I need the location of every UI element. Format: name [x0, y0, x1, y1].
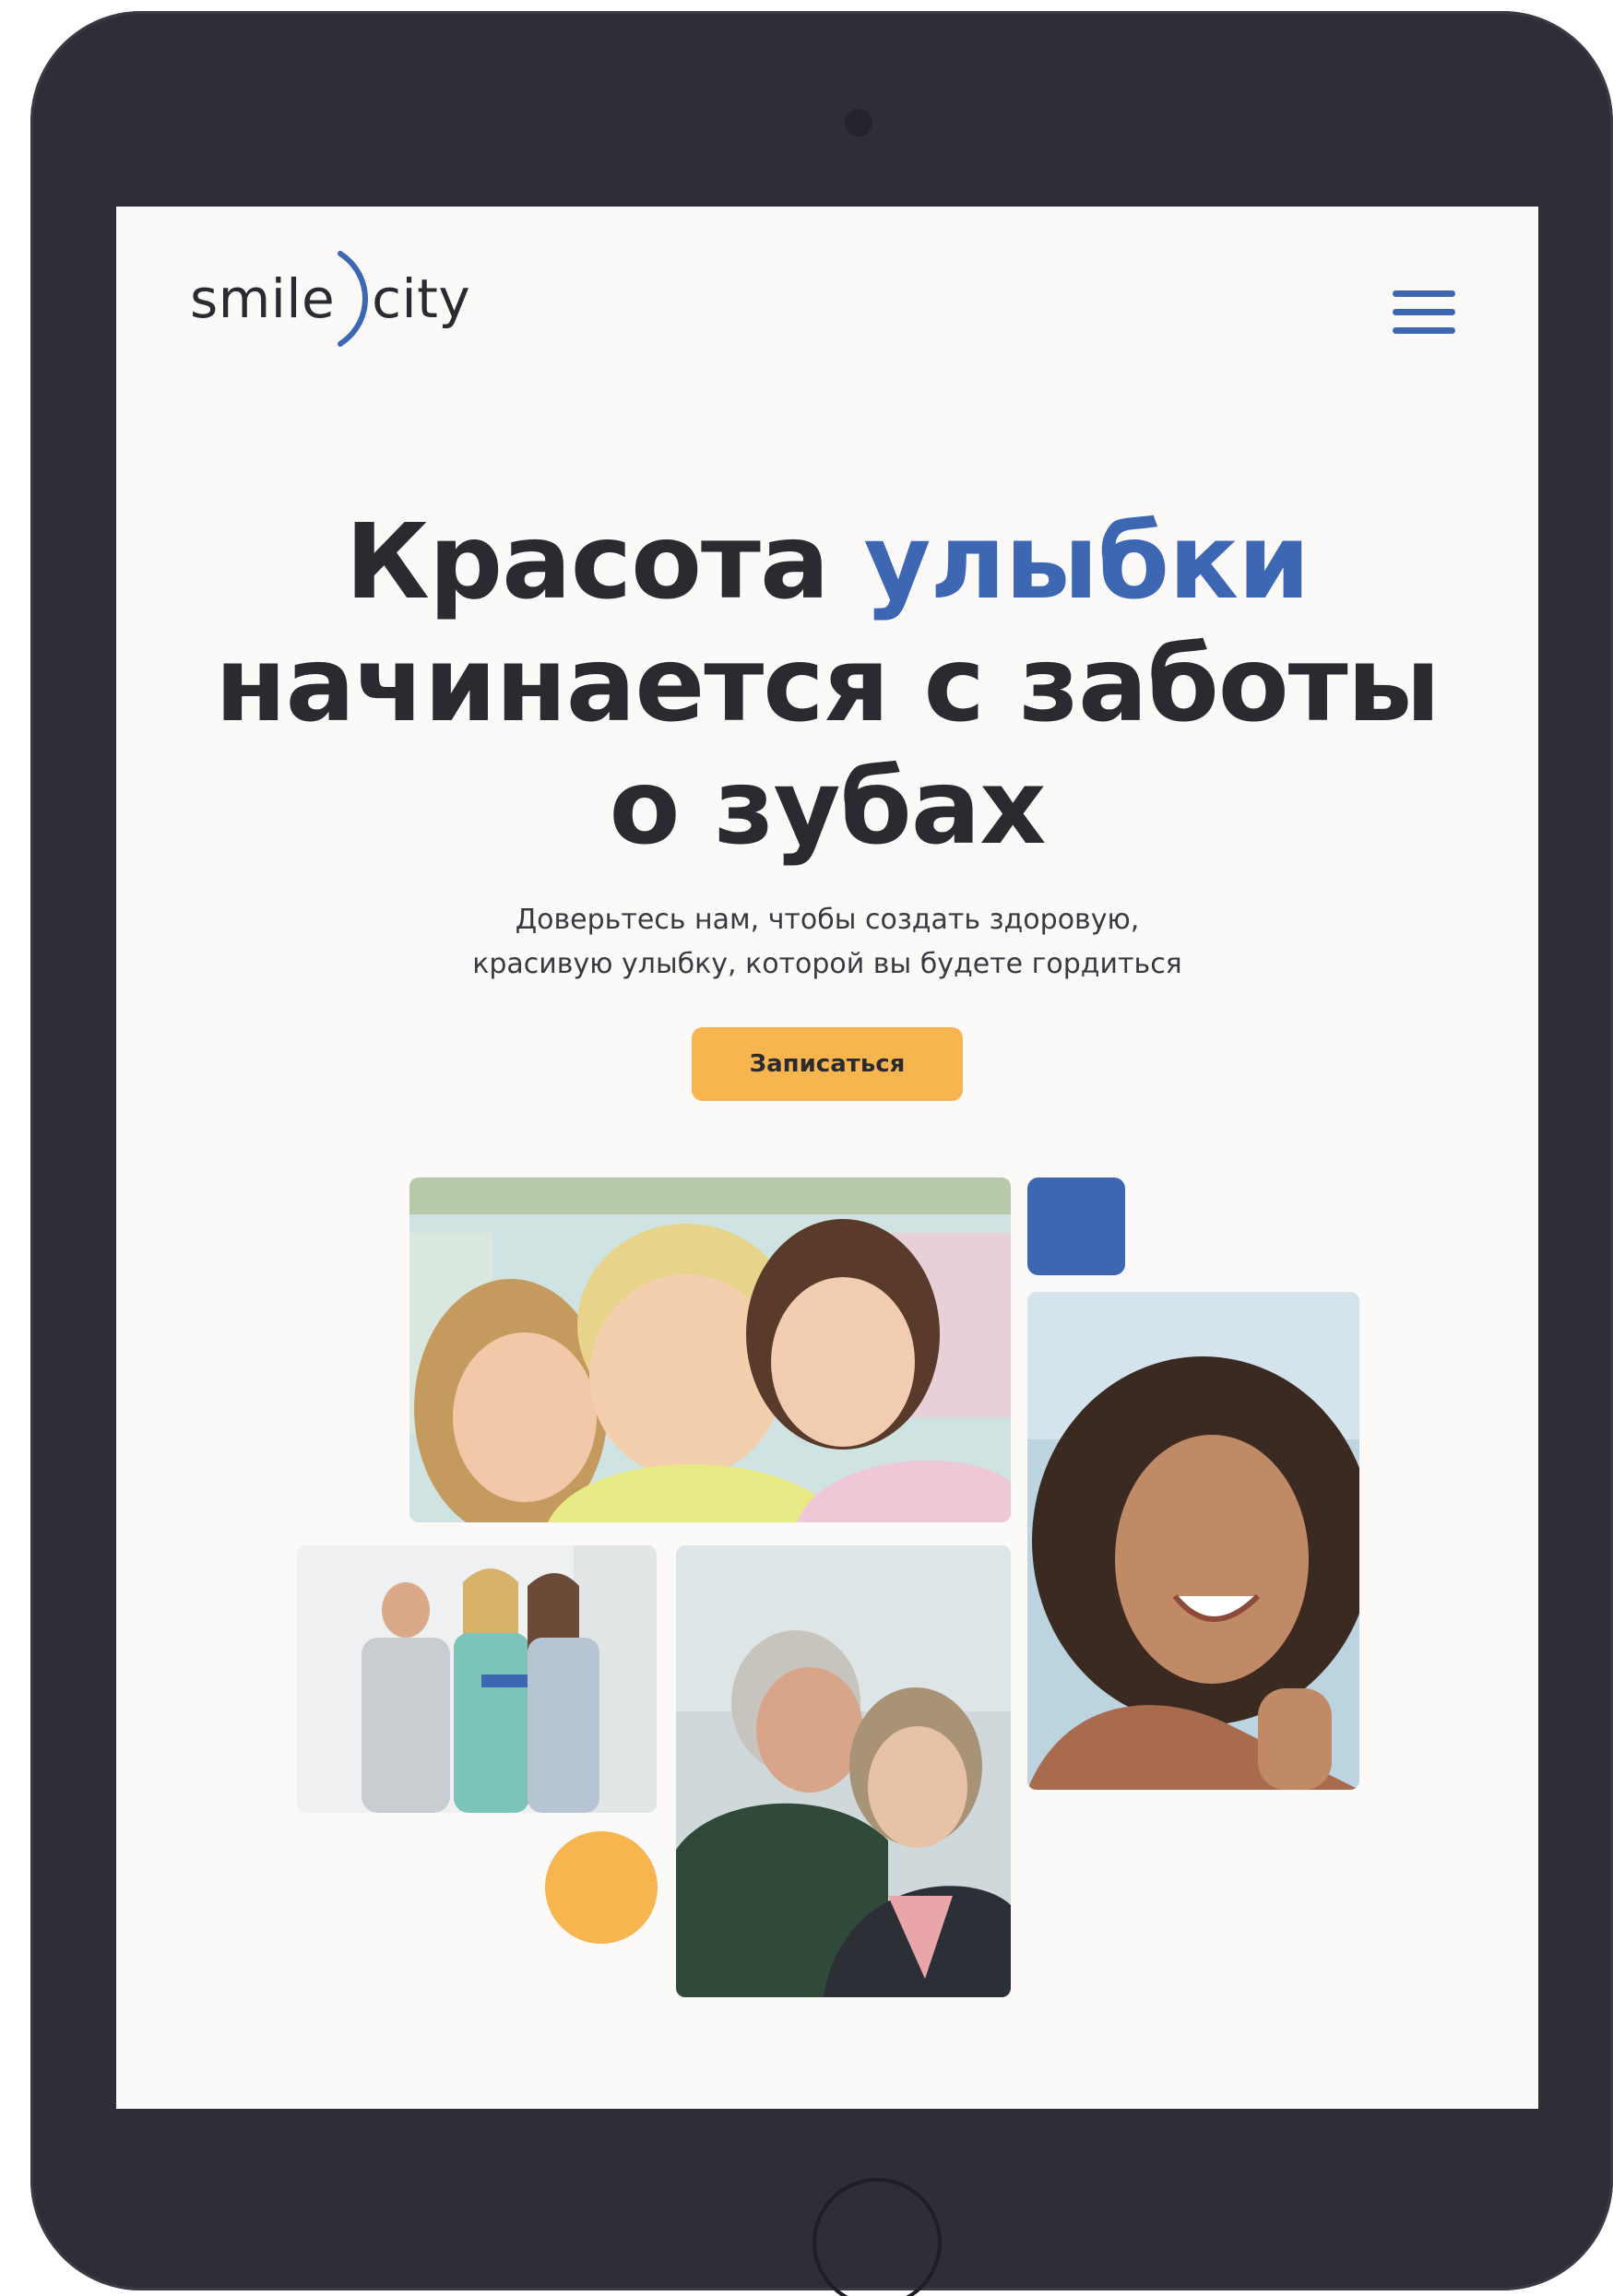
photo-kids: [409, 1178, 1011, 1522]
hero-subtitle-line1: Доверьтесь нам, чтобы создать здоровую,: [515, 904, 1140, 936]
photo-smiling-woman: [1027, 1292, 1359, 1790]
logo-smile-arc-icon: [338, 251, 369, 347]
hero-title-part: Красота: [345, 503, 864, 622]
hero-title-accent: улыбки: [863, 503, 1311, 622]
stage: smile city Красота улыбки начинается с з…: [0, 0, 1613, 2296]
logo-text-smile: smile: [190, 267, 336, 330]
photo-elderly-couple: [676, 1545, 1011, 1997]
logo[interactable]: smile city: [190, 251, 471, 347]
logo-text-city: city: [372, 267, 471, 330]
screen: smile city Красота улыбки начинается с з…: [116, 207, 1538, 2109]
hero-title-line2: начинается с заботы: [215, 625, 1441, 745]
hero-subtitle: Доверьтесь нам, чтобы создать здоровую, …: [116, 898, 1538, 987]
decorative-blue-square: [1027, 1178, 1125, 1275]
hamburger-menu-icon[interactable]: [1389, 285, 1459, 340]
hero-title-line3: о зубах: [609, 748, 1046, 868]
decorative-orange-circle: [545, 1831, 658, 1944]
hero-title: Красота улыбки начинается с заботы о зуб…: [116, 502, 1538, 870]
photo-doctors: [297, 1545, 657, 1813]
hero-subtitle-line2: красивую улыбку, которой вы будете горди…: [472, 948, 1182, 980]
camera-icon: [845, 109, 872, 136]
book-appointment-button[interactable]: Записаться: [692, 1027, 963, 1101]
home-button[interactable]: [812, 2178, 942, 2296]
